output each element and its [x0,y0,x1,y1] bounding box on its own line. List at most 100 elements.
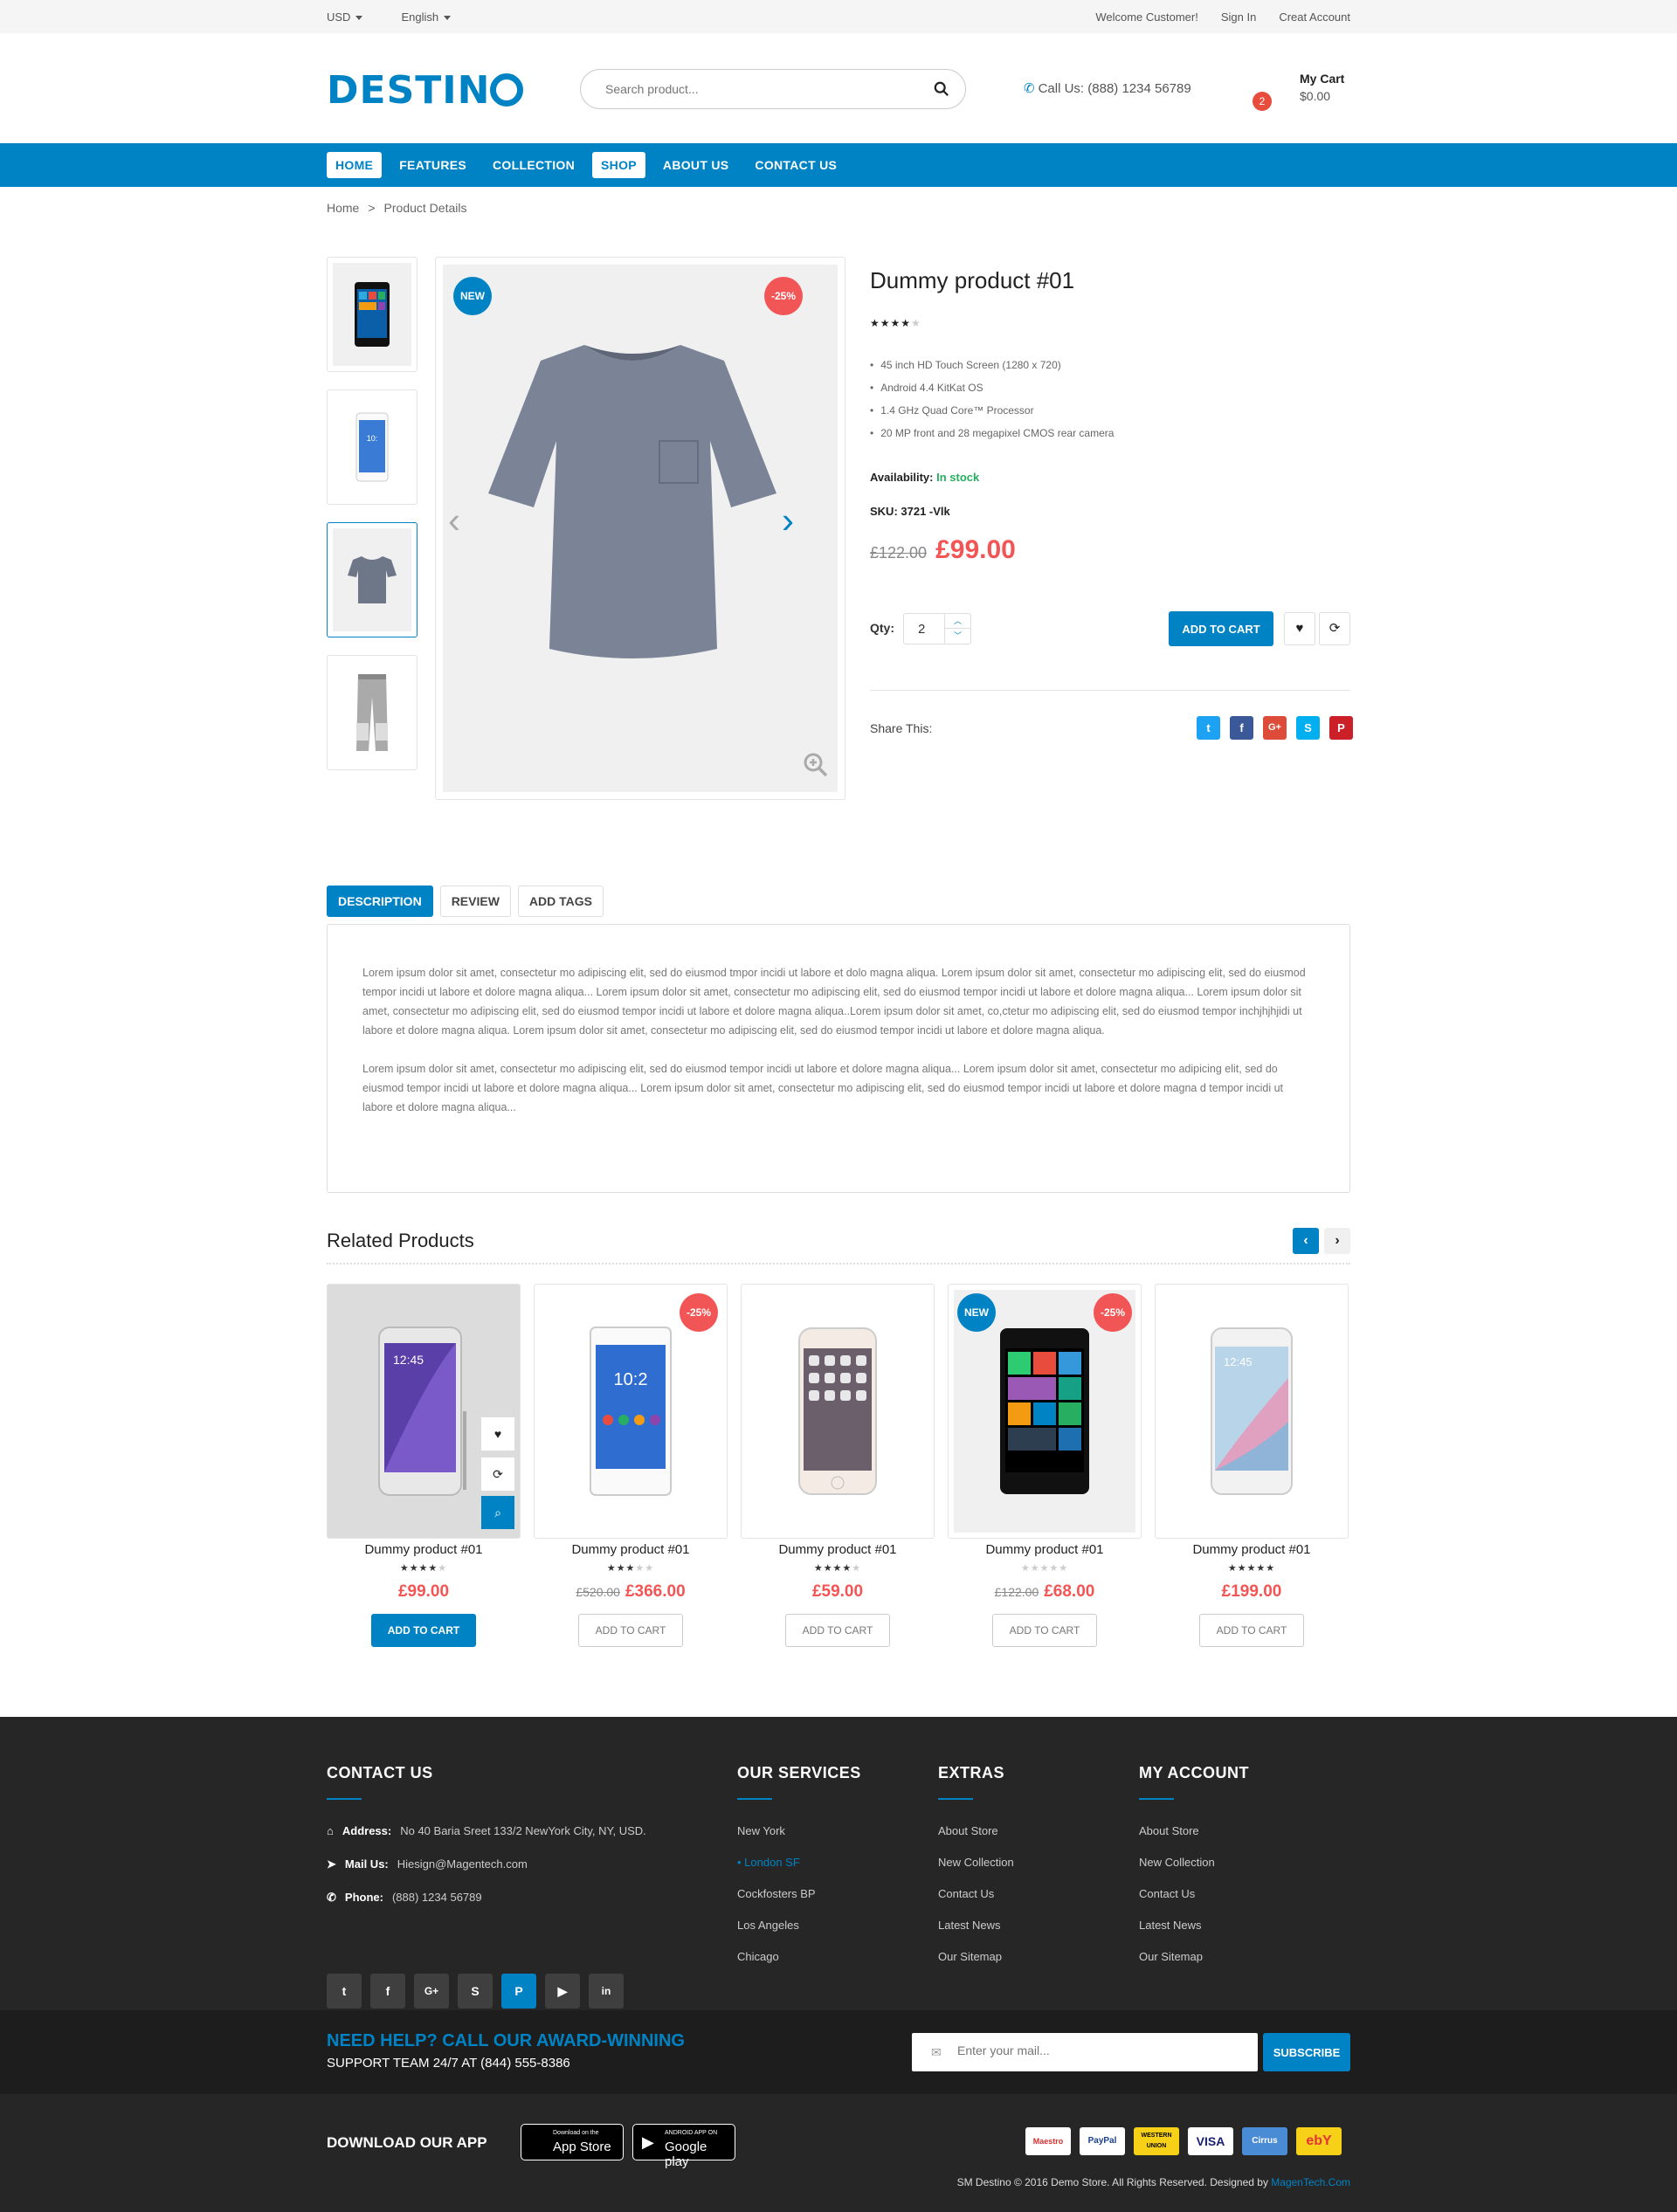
current-price: £99.00 [935,535,1016,564]
footer-link[interactable]: Latest News [938,1919,1014,1933]
google-plus-icon[interactable]: G+ [414,1974,449,2009]
footer-link[interactable]: Cockfosters BP [737,1887,861,1901]
app-store-badge[interactable]: Download on the App Store [521,2124,624,2160]
facebook-icon[interactable]: f [1230,716,1253,740]
nav-home[interactable]: HOME [327,152,383,178]
pants-image [356,674,388,751]
product-card[interactable]: 10:2 -25% [534,1284,728,1539]
mail-value[interactable]: Hiesign@Magentech.com [397,1857,528,1871]
pinterest-icon[interactable]: P [501,1974,536,2009]
add-to-cart-button[interactable]: ADD TO CART [992,1614,1097,1647]
currency-select[interactable]: USD [327,10,363,24]
skype-icon[interactable]: S [1296,716,1320,740]
add-to-cart-button[interactable]: ADD TO CART [1199,1614,1304,1647]
search-input[interactable] [605,82,920,96]
qty-spinner[interactable]: ︿ ﹀ [944,614,970,644]
chevron-up-icon[interactable]: ︿ [945,614,970,628]
twitter-icon[interactable]: t [327,1974,362,2009]
create-account-link[interactable]: Creat Account [1279,10,1350,24]
prev-image-arrow[interactable]: ‹ [448,502,460,539]
contact-mail: ➤ Mail Us: Hiesign@Magentech.com [327,1857,694,1871]
footer-link[interactable]: New Collection [938,1856,1014,1870]
tab-description[interactable]: DESCRIPTION [327,885,433,917]
sign-in-link[interactable]: Sign In [1221,10,1256,24]
product-name[interactable]: Dummy product #01 [534,1542,728,1557]
old-price: £122.00 [870,544,928,562]
facebook-icon[interactable]: f [370,1974,405,2009]
google-play-badge[interactable]: ▶ ANDROID APP ON Google play [632,2124,735,2169]
tab-review[interactable]: REVIEW [439,885,511,917]
footer-link[interactable]: New York [737,1824,861,1838]
nav-about-us[interactable]: ABOUT US [654,152,738,178]
compare-button[interactable]: ⟳ [1319,612,1350,645]
product-card[interactable]: 12:45 [1155,1284,1349,1539]
subscribe-button[interactable]: SUBSCRIBE [1263,2033,1350,2071]
logo[interactable]: DESTIN [327,68,524,113]
add-to-cart-button[interactable]: ADD TO CART [371,1614,476,1647]
next-image-arrow[interactable]: › [782,502,794,539]
breadcrumb-home[interactable]: Home [327,201,359,215]
footer-link[interactable]: Chicago [737,1950,861,1964]
related-prev-button[interactable]: ‹ [1293,1228,1319,1254]
product-name[interactable]: Dummy product #01 [327,1542,521,1557]
youtube-icon[interactable]: ▶ [545,1974,580,2009]
skype-icon[interactable]: S [458,1974,493,2009]
product-card[interactable] [741,1284,935,1539]
tshirt-image [488,345,776,658]
thumbnail-phone-black[interactable] [327,257,418,372]
footer-link[interactable]: About Store [1139,1824,1249,1838]
designer-link[interactable]: MagenTech.Com [1271,2176,1350,2188]
nav-contact-us[interactable]: CONTACT US [746,152,845,178]
footer-link[interactable]: Contact Us [1139,1887,1249,1901]
footer-link[interactable]: Contact Us [938,1887,1014,1901]
product-name[interactable]: Dummy product #01 [948,1542,1142,1557]
footer-link[interactable]: Our Sitemap [938,1950,1014,1964]
nav-shop[interactable]: SHOP [592,152,645,178]
rating-stars: ★★★★★ [1227,1563,1276,1574]
footer-link-active[interactable]: • London SF [737,1856,861,1870]
product-name[interactable]: Dummy product #01 [741,1542,935,1557]
footer-link[interactable]: Our Sitemap [1139,1950,1249,1964]
old-price: £122.00 [994,1585,1039,1599]
add-to-cart-button[interactable]: ADD TO CART [1169,611,1273,646]
zoom-icon[interactable] [803,752,829,778]
thumbnail-tshirt[interactable] [327,522,418,637]
tab-add-tags[interactable]: ADD TAGS [517,885,604,917]
footer-link[interactable]: New Collection [1139,1856,1249,1870]
twitter-icon[interactable]: t [1197,716,1220,740]
wishlist-button[interactable]: ♥ [1284,612,1315,645]
card-wishlist-button[interactable]: ♥ [481,1417,514,1451]
nav-collection[interactable]: COLLECTION [484,152,583,178]
search-icon[interactable] [934,81,949,97]
related-next-button[interactable]: › [1324,1228,1350,1254]
footer-link[interactable]: About Store [938,1824,1014,1838]
heart-icon: ♥ [1295,621,1304,636]
search-bar [580,69,966,109]
nav-features[interactable]: FEATURES [390,152,475,178]
search-icon: ⌕ [494,1506,501,1519]
pinterest-icon[interactable]: P [1329,716,1353,740]
footer-link[interactable]: Los Angeles [737,1919,861,1933]
app-store-label: App Store [553,2140,611,2154]
cart[interactable]: 2 My Cart $0.00 [1253,72,1350,115]
add-to-cart-button[interactable]: ADD TO CART [578,1614,683,1647]
product-card[interactable]: NEW -25% [948,1284,1142,1539]
footer-link[interactable]: Latest News [1139,1919,1249,1933]
add-to-cart-button[interactable]: ADD TO CART [785,1614,890,1647]
newsletter-email-input[interactable] [957,2043,1237,2057]
logo-o [490,73,524,107]
card-compare-button[interactable]: ⟳ [481,1457,514,1491]
product-card[interactable]: 12:45 ♥ ⟳ ⌕ [327,1284,521,1539]
thumbnail-pants[interactable] [327,655,418,770]
language-select[interactable]: English [401,10,452,24]
rating-stars: ★★★★★ [870,317,921,329]
footer-heading: EXTRAS [938,1764,1005,1781]
card-quickview-button[interactable]: ⌕ [481,1496,514,1529]
thumbnail-phone-white[interactable]: 10: [327,389,418,505]
linkedin-icon[interactable]: in [589,1974,624,2009]
quantity-stepper[interactable]: 2 ︿ ﹀ [903,613,971,644]
google-plus-icon[interactable]: G+ [1263,716,1287,740]
product-name[interactable]: Dummy product #01 [1155,1542,1349,1557]
chevron-down-icon[interactable]: ﹀ [945,628,970,643]
help-heading: NEED HELP? CALL OUR AWARD-WINNING [327,2031,685,2050]
